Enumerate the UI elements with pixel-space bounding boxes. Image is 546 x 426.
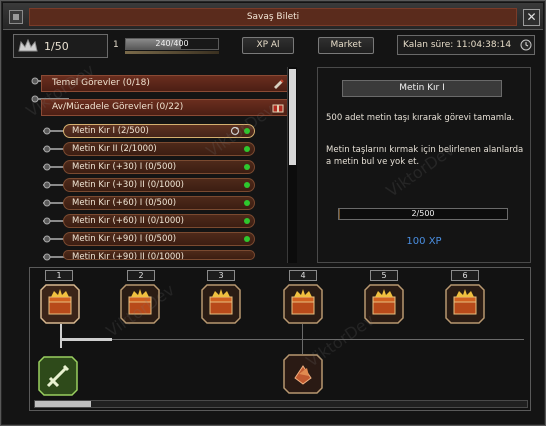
pass-level-box: 1/50 <box>13 34 108 58</box>
reward-chest-icon[interactable] <box>445 284 485 324</box>
quest-detail-title: Metin Kır I <box>342 80 502 97</box>
quest-list-scroll-thumb[interactable] <box>289 69 296 165</box>
quest-row[interactable]: Metin Kır (+60) II (0/1000) <box>63 214 255 228</box>
track-line <box>60 324 62 348</box>
quest-progress-bar: 2/500 <box>338 208 508 220</box>
reward-track: 1 2 3 4 5 6 <box>29 267 531 411</box>
reward-chest-icon[interactable] <box>201 284 241 324</box>
quest-label: Metin Kır (+60) I (0/500) <box>72 198 177 208</box>
refresh-icon <box>230 126 240 136</box>
clock-icon <box>520 39 532 51</box>
step-tab-1: 1 <box>45 270 73 281</box>
gift-icon <box>272 104 284 113</box>
reward-chest-icon[interactable] <box>120 284 160 324</box>
xp-bar-underline <box>125 51 219 54</box>
quest-connector-knob <box>43 217 51 225</box>
sword-skill-icon[interactable] <box>38 356 78 396</box>
quest-label: Metin Kır (+30) II (0/1000) <box>72 180 185 190</box>
xp-bar: 240/400 <box>125 38 219 50</box>
remaining-time-box: Kalan süre: 11:04:38:14 <box>397 35 535 55</box>
step-tab-2: 2 <box>127 270 155 281</box>
battle-pass-window: Savaş Bileti ✕ 1/50 1 240/400 XP Al Mark… <box>0 0 546 426</box>
xp-buy-button[interactable]: XP Al <box>242 37 294 54</box>
quest-label: Metin Kır (+30) I (0/500) <box>72 162 177 172</box>
reward-track-scrollbar[interactable] <box>34 400 528 408</box>
quest-connector-knob <box>43 181 51 189</box>
quest-connector-knob <box>43 235 51 243</box>
quest-connector-knob <box>43 127 51 135</box>
xp-level: 1 <box>113 40 119 50</box>
status-dot <box>244 200 250 206</box>
quest-row[interactable]: Metin Kır (+30) I (0/500) <box>63 160 255 174</box>
step-tab-3: 3 <box>207 270 235 281</box>
pass-level-text: 1/50 <box>44 40 69 53</box>
reward-track-scroll-thumb[interactable] <box>35 401 91 407</box>
step-tab-6: 6 <box>451 270 479 281</box>
category-label: Temel Görevler (0/18) <box>52 78 150 88</box>
top-bar: 1/50 1 240/400 XP Al Market Kalan süre: … <box>9 34 539 60</box>
xp-bar-group: 1 240/400 <box>113 38 229 54</box>
quest-detail-panel: Metin Kır I 500 adet metin taşı kırarak … <box>317 67 531 263</box>
quest-row[interactable]: Metin Kır (+60) I (0/500) <box>63 196 255 210</box>
reward-chest-icon[interactable] <box>364 284 404 324</box>
window-title: Savaş Bileti <box>29 8 517 26</box>
quest-connector-knob <box>43 199 51 207</box>
crown-icon <box>18 39 38 52</box>
quest-label: Metin Kır (+90) I (0/500) <box>72 234 177 244</box>
quest-connector-knob <box>43 163 51 171</box>
status-dot <box>244 182 250 188</box>
status-dot <box>244 218 250 224</box>
quest-connector-knob <box>43 253 51 261</box>
quest-row[interactable]: Metin Kır (+90) II (0/1000) <box>63 250 255 260</box>
reward-chest-icon[interactable] <box>40 284 80 324</box>
quest-label: Metin Kır I (2/500) <box>72 126 149 136</box>
quest-row[interactable]: Metin Kır (+90) I (0/500) <box>63 232 255 246</box>
status-dot <box>244 236 250 242</box>
quest-label: Metin Kır (+90) II (0/1000) <box>72 252 185 260</box>
xp-bar-text: 240/400 <box>155 39 189 48</box>
category-label: Av/Mücadele Görevleri (0/22) <box>52 102 184 112</box>
market-button[interactable]: Market <box>318 37 374 54</box>
quest-detail-description: 500 adet metin taşı kırarak görevi tamam… <box>326 113 515 123</box>
quest-row[interactable]: Metin Kır I (2/500) <box>63 124 255 138</box>
quest-row[interactable]: Metin Kır II (2/1000) <box>63 142 255 156</box>
quest-label: Metin Kır (+60) II (0/1000) <box>72 216 185 226</box>
step-tab-5: 5 <box>370 270 398 281</box>
quest-reward-text: 100 XP <box>406 236 442 247</box>
window-icon <box>9 10 23 24</box>
title-bar[interactable]: Savaş Bileti ✕ <box>3 3 543 30</box>
close-button[interactable]: ✕ <box>523 9 540 26</box>
reward-chest-icon[interactable] <box>283 284 323 324</box>
category-basic-quests[interactable]: Temel Görevler (0/18) <box>41 75 289 92</box>
track-line <box>60 338 112 341</box>
track-line <box>112 339 524 340</box>
quest-detail-hint: Metin taşlarını kırmak için belirlenen a… <box>326 145 524 167</box>
status-dot <box>244 146 250 152</box>
quest-label: Metin Kır II (2/1000) <box>72 144 157 154</box>
quest-list-scrollbar[interactable] <box>287 67 297 263</box>
remaining-time-value: 11:04:38:14 <box>456 40 512 50</box>
step-tab-4: 4 <box>289 270 317 281</box>
category-hunt-quests[interactable]: Av/Mücadele Görevleri (0/22) <box>41 99 289 116</box>
remaining-time-label: Kalan süre: <box>403 40 454 50</box>
quest-progress-text: 2/500 <box>411 209 435 218</box>
pencil-icon <box>274 79 284 89</box>
track-line <box>302 324 303 354</box>
status-dot <box>244 128 250 134</box>
status-dot <box>244 164 250 170</box>
gem-icon[interactable] <box>283 354 323 394</box>
quest-row[interactable]: Metin Kır (+30) II (0/1000) <box>63 178 255 192</box>
quest-connector-knob <box>43 145 51 153</box>
